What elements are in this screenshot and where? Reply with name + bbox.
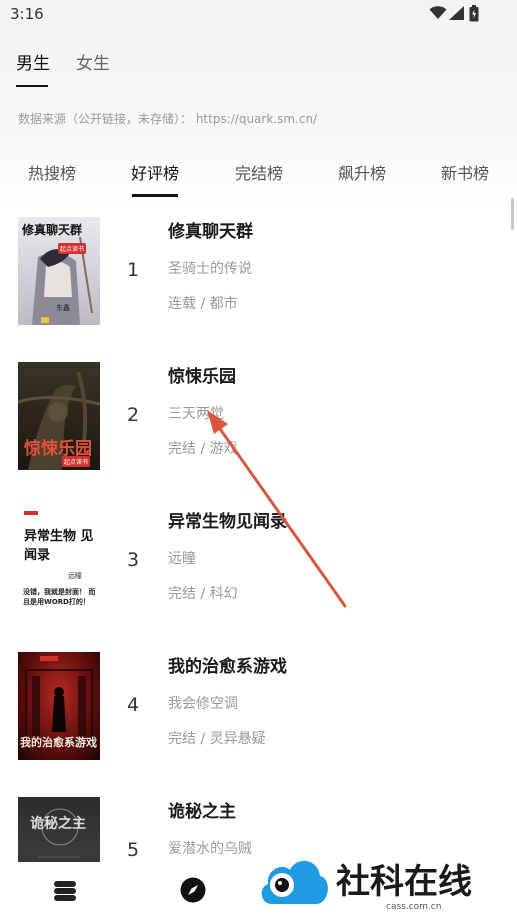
cover-corner-mark	[24, 511, 38, 515]
book-title[interactable]: 诡秘之主	[168, 797, 236, 822]
tab-new-books[interactable]: 新书榜	[441, 160, 489, 184]
book-row[interactable]: 修真聊天群 起点读书 东鑫 1 修真聊天群 圣骑士的传说 连载 / 都市	[0, 212, 517, 357]
cover-extra: 没错，我就是封面！ 而且是用WORD打的！	[23, 588, 96, 606]
tab-rising[interactable]: 飙升榜	[338, 160, 386, 184]
watermark-text: 社科在线	[336, 862, 472, 902]
book-author: 三天两觉	[168, 406, 224, 422]
book-list: 修真聊天群 起点读书 东鑫 1 修真聊天群 圣骑士的传说 连载 / 都市 惊悚乐…	[0, 212, 517, 862]
tab-completed[interactable]: 完结榜	[235, 160, 283, 184]
book-meta: 完结 / 科幻	[168, 586, 238, 602]
signal-icon	[449, 6, 464, 20]
tab-top-rated[interactable]: 好评榜	[131, 160, 179, 184]
book-author: 爱潜水的乌贼	[168, 841, 252, 857]
bookshelf-icon[interactable]	[52, 879, 78, 903]
book-cover: 诡秘之主	[18, 797, 100, 862]
cover-author: 远瞳	[68, 572, 82, 580]
book-cover: 异常生物 见闻录 远瞳 没错，我就是封面！ 而且是用WORD打的！	[18, 507, 100, 615]
cover-title: 修真聊天群	[22, 223, 83, 237]
rank-number: 2	[127, 404, 140, 426]
book-meta: 连载 / 都市	[168, 296, 238, 312]
book-meta: 完结 / 灵异悬疑	[168, 731, 266, 747]
book-cover: 惊悚乐园 起点读书	[18, 362, 100, 470]
cover-title: 异常生物 见闻录	[24, 529, 94, 563]
book-title[interactable]: 我的治愈系游戏	[168, 652, 287, 677]
data-source-note: 数据来源（公开链接，未存储）： https://quark.sm.cn/	[18, 112, 318, 126]
tab-hot-search[interactable]: 热搜榜	[28, 160, 76, 184]
book-author: 远瞳	[168, 551, 196, 567]
status-bar: 3:16	[0, 0, 517, 30]
gender-tab-indicator	[16, 85, 48, 87]
cover-title: 诡秘之主	[30, 816, 86, 832]
cover-title: 我的治愈系游戏	[20, 736, 97, 749]
status-icons	[429, 5, 489, 22]
compass-icon[interactable]	[180, 877, 206, 903]
book-title[interactable]: 异常生物见闻录	[168, 507, 287, 532]
rank-tab-indicator	[132, 194, 178, 197]
rank-number: 5	[127, 839, 140, 861]
tab-female[interactable]: 女生	[76, 49, 110, 74]
book-row[interactable]: 我的治愈系游戏 4 我的治愈系游戏 我会修空调 完结 / 灵异悬疑	[0, 647, 517, 792]
rank-number: 3	[127, 549, 140, 571]
book-author: 我会修空调	[168, 696, 238, 712]
rank-number: 4	[127, 694, 140, 716]
book-title[interactable]: 惊悚乐园	[168, 362, 236, 387]
status-time: 3:16	[10, 5, 44, 23]
rank-number: 1	[127, 259, 140, 281]
battery-icon	[469, 5, 479, 22]
cloud-logo-icon	[261, 860, 328, 904]
book-row[interactable]: 异常生物 见闻录 远瞳 没错，我就是封面！ 而且是用WORD打的！ 3 异常生物…	[0, 502, 517, 647]
book-cover: 我的治愈系游戏	[18, 652, 100, 760]
cover-badge: 起点读书	[58, 243, 87, 254]
wifi-icon	[429, 6, 447, 19]
watermark-logo: 社科在线 cass.com.cn	[258, 850, 503, 916]
book-row[interactable]: 惊悚乐园 起点读书 2 惊悚乐园 三天两觉 完结 / 游戏	[0, 357, 517, 502]
watermark-url: cass.com.cn	[386, 902, 442, 912]
tab-male[interactable]: 男生	[16, 49, 50, 74]
cover-badge: 起点读书	[62, 456, 91, 467]
book-title[interactable]: 修真聊天群	[168, 217, 253, 242]
book-meta: 完结 / 游戏	[168, 441, 238, 457]
book-author: 圣骑士的传说	[168, 261, 252, 277]
book-cover: 修真聊天群 起点读书 东鑫	[18, 217, 100, 325]
cover-extra: 东鑫	[56, 304, 70, 312]
